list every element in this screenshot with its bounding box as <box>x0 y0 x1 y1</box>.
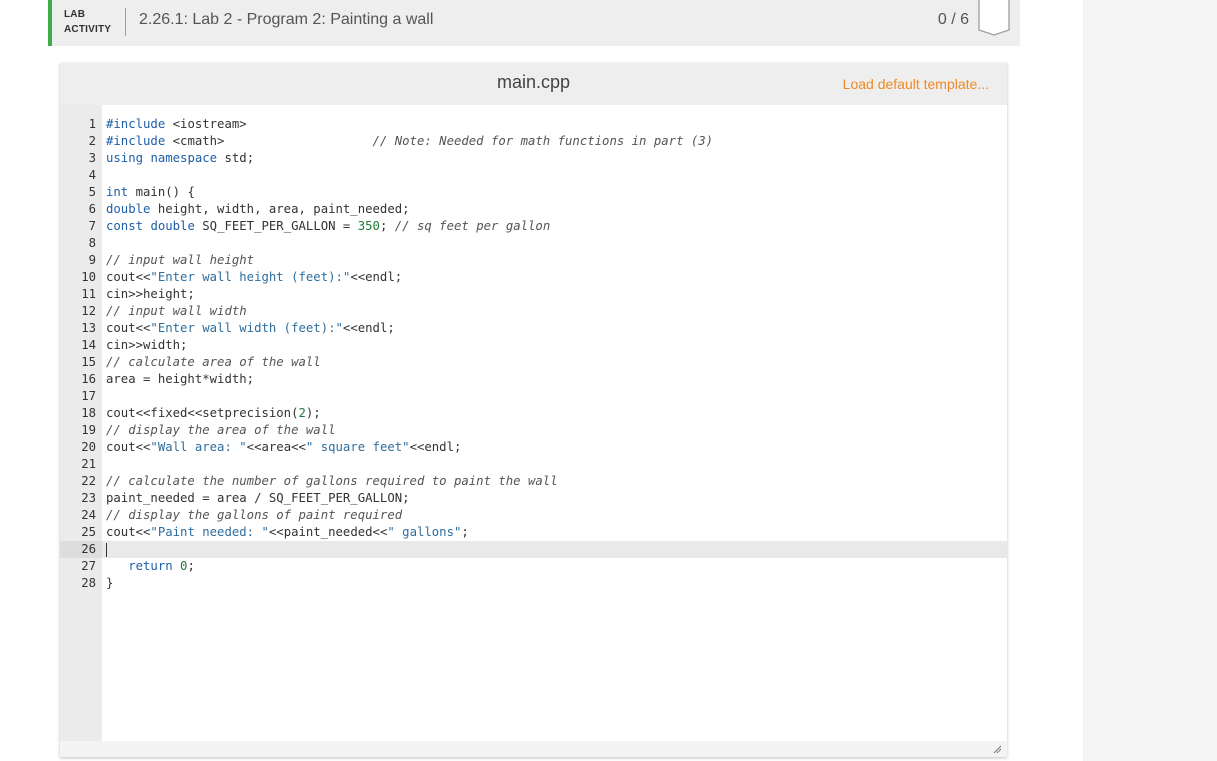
code-text[interactable]: // calculate the number of gallons requi… <box>106 473 558 490</box>
code-text[interactable]: double height, width, area, paint_needed… <box>106 201 410 218</box>
line-number: 15 <box>81 355 96 369</box>
code-line[interactable]: 18 cout<<fixed<<setprecision(2); <box>60 405 1007 422</box>
line-number: 14 <box>81 338 96 352</box>
code-line[interactable]: 2 #include <cmath> // Note: Needed for ma… <box>60 133 1007 150</box>
line-number: 25 <box>81 525 96 539</box>
code-line[interactable]: 11 cin>>height; <box>60 286 1007 303</box>
right-side-panel <box>1083 0 1217 761</box>
code-text[interactable]: // display the area of the wall <box>106 422 336 439</box>
line-number: 8 <box>88 236 96 250</box>
line-number: 7 <box>88 219 96 233</box>
lab-activity-panel: LAB ACTIVITY 2.26.1: Lab 2 - Program 2: … <box>48 0 1020 761</box>
code-text[interactable]: cin>>height; <box>106 286 195 303</box>
code-line[interactable]: 24 // display the gallons of paint requir… <box>60 507 1007 524</box>
code-line[interactable]: 7 const double SQ_FEET_PER_GALLON = 350; … <box>60 218 1007 235</box>
editor-bottom-bar <box>60 741 1007 757</box>
line-number: 22 <box>81 474 96 488</box>
header-divider <box>125 8 126 36</box>
code-line[interactable]: 14 cin>>width; <box>60 337 1007 354</box>
code-line[interactable]: 6 double height, width, area, paint_neede… <box>60 201 1007 218</box>
score-text: 0 / 6 <box>937 11 969 28</box>
code-line[interactable]: 12 // input wall width <box>60 303 1007 320</box>
code-editor: main.cpp Load default template... 1 #incl… <box>60 63 1007 757</box>
code-line[interactable]: 13 cout<<"Enter wall width (feet):"<<endl… <box>60 320 1007 337</box>
code-text[interactable]: return 0; <box>106 558 195 575</box>
code-line[interactable]: 10 cout<<"Enter wall height (feet):"<<end… <box>60 269 1007 286</box>
score-badge-icon <box>978 0 1010 36</box>
line-number: 24 <box>81 508 96 522</box>
code-text[interactable]: int main() { <box>106 184 195 201</box>
code-text[interactable] <box>106 541 107 558</box>
line-number: 20 <box>81 440 96 454</box>
code-line[interactable]: 8 <box>60 235 1007 252</box>
line-number: 17 <box>81 389 96 403</box>
line-number: 19 <box>81 423 96 437</box>
code-lines[interactable]: 1 #include <iostream> 2 #include <cmath> //… <box>60 116 1007 592</box>
code-text[interactable]: const double SQ_FEET_PER_GALLON = 350; /… <box>106 218 550 235</box>
code-line[interactable]: 4 <box>60 167 1007 184</box>
line-number: 27 <box>81 559 96 573</box>
code-text[interactable]: // input wall height <box>106 252 254 269</box>
code-line[interactable]: 25 cout<<"Paint needed: "<<paint_needed<<… <box>60 524 1007 541</box>
lab-activity-label: LAB ACTIVITY <box>64 7 111 37</box>
code-text[interactable]: cout<<"Paint needed: "<<paint_needed<<" … <box>106 524 469 541</box>
code-line[interactable]: 1 #include <iostream> <box>60 116 1007 133</box>
line-number: 18 <box>81 406 96 420</box>
code-text[interactable]: cout<<"Wall area: "<<area<<" square feet… <box>106 439 461 456</box>
code-text[interactable]: // calculate area of the wall <box>106 354 321 371</box>
line-number: 11 <box>81 287 96 301</box>
code-line[interactable]: 15 // calculate area of the wall <box>60 354 1007 371</box>
code-line[interactable]: 9 // input wall height <box>60 252 1007 269</box>
line-number: 10 <box>81 270 96 284</box>
lab-label-line2: ACTIVITY <box>64 24 112 35</box>
line-number: 12 <box>81 304 96 318</box>
line-number: 28 <box>81 576 96 590</box>
code-text[interactable]: #include <iostream> <box>106 116 247 133</box>
line-number: 5 <box>88 185 96 199</box>
line-number: 16 <box>81 372 96 386</box>
code-text[interactable]: // display the gallons of paint required <box>106 507 402 524</box>
line-number: 3 <box>88 151 96 165</box>
code-text[interactable]: cout<<"Enter wall height (feet):"<<endl; <box>106 269 402 286</box>
line-number: 9 <box>88 253 96 267</box>
code-text[interactable]: cin>>width; <box>106 337 187 354</box>
line-number: 23 <box>81 491 96 505</box>
left-margin <box>0 0 48 761</box>
load-default-template-link[interactable]: Load default template... <box>843 76 989 92</box>
code-text[interactable]: paint_needed = area / SQ_FEET_PER_GALLON… <box>106 490 410 507</box>
line-number: 6 <box>88 202 96 216</box>
line-number: 13 <box>81 321 96 335</box>
code-text[interactable]: cout<<fixed<<setprecision(2); <box>106 405 321 422</box>
code-text[interactable]: using namespace std; <box>106 150 254 167</box>
code-line[interactable]: 16 area = height*width; <box>60 371 1007 388</box>
code-text[interactable]: area = height*width; <box>106 371 254 388</box>
code-line[interactable]: 21 <box>60 456 1007 473</box>
code-text[interactable]: cout<<"Enter wall width (feet):"<<endl; <box>106 320 395 337</box>
code-line[interactable]: 27 return 0; <box>60 558 1007 575</box>
code-line[interactable]: 17 <box>60 388 1007 405</box>
code-text[interactable]: #include <cmath> // Note: Needed for mat… <box>106 133 713 150</box>
editor-header: main.cpp Load default template... <box>60 63 1007 105</box>
code-line[interactable]: 28} <box>60 575 1007 592</box>
code-line[interactable]: 20 cout<<"Wall area: "<<area<<" square fe… <box>60 439 1007 456</box>
lab-label-line1: LAB <box>64 9 86 20</box>
code-text[interactable]: } <box>106 575 113 592</box>
resize-handle-icon[interactable] <box>993 745 1001 753</box>
line-number: 21 <box>81 457 96 471</box>
line-number: 1 <box>88 117 96 131</box>
activity-title: 2.26.1: Lab 2 - Program 2: Painting a wa… <box>139 11 434 28</box>
line-number: 26 <box>60 541 102 558</box>
code-line[interactable]: 3 using namespace std; <box>60 150 1007 167</box>
code-text-area[interactable]: 1 #include <iostream> 2 #include <cmath> //… <box>60 105 1007 741</box>
code-text[interactable]: // input wall width <box>106 303 247 320</box>
code-line[interactable]: 23 paint_needed = area / SQ_FEET_PER_GALL… <box>60 490 1007 507</box>
activity-header: LAB ACTIVITY 2.26.1: Lab 2 - Program 2: … <box>48 0 1020 46</box>
code-line[interactable]: 19 // display the area of the wall <box>60 422 1007 439</box>
line-number: 2 <box>88 134 96 148</box>
code-line[interactable]: 22 // calculate the number of gallons req… <box>60 473 1007 490</box>
code-line[interactable]: 26 <box>60 541 1007 558</box>
line-number: 4 <box>88 168 96 182</box>
code-line[interactable]: 5 int main() { <box>60 184 1007 201</box>
text-cursor <box>106 542 107 557</box>
